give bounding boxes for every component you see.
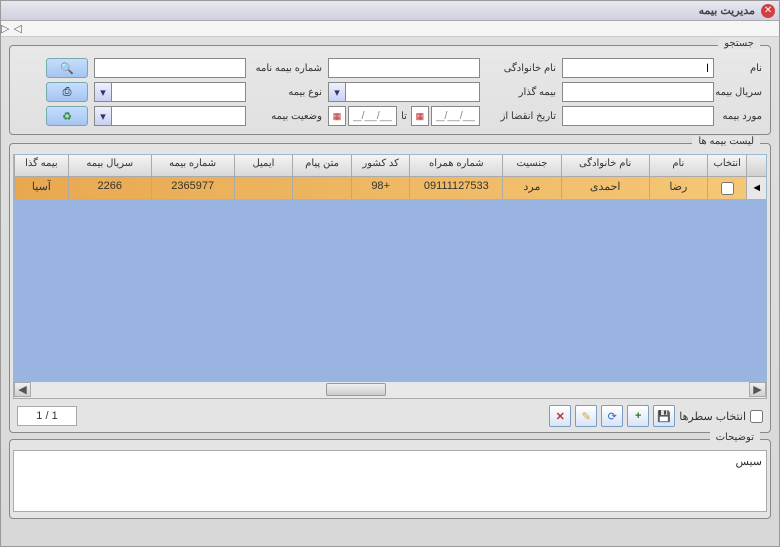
col-insurer[interactable]: بیمه گذا [14, 155, 68, 176]
print-button[interactable]: ⎙ [46, 82, 88, 102]
sync-icon: ⟳ [608, 410, 617, 423]
list-panel: لیست بیمه ها انتخاب نام نام خانوادگی جنس… [9, 143, 771, 433]
col-family[interactable]: نام خانوادگی [561, 155, 649, 176]
cell-country-code: +98 [351, 177, 410, 199]
col-email[interactable]: ایمیل [234, 155, 293, 176]
edit-button[interactable]: ✎ [575, 405, 597, 427]
description-textarea[interactable] [13, 450, 767, 512]
save-icon: 💾 [657, 410, 671, 423]
scroll-right-icon[interactable]: ▶ [749, 382, 766, 397]
cell-name: رضا [649, 177, 708, 199]
cell-msg-text [292, 177, 351, 199]
refresh-button[interactable]: ♻ [46, 106, 88, 126]
date-from-input[interactable] [431, 106, 480, 126]
table-row[interactable]: ◄ رضا احمدی مرد 09111127533 +98 2365977 … [14, 177, 766, 199]
insurer-combo[interactable] [346, 82, 480, 102]
save-button[interactable]: 💾 [653, 405, 675, 427]
lbl-to: تا [401, 111, 407, 122]
close-icon[interactable]: ✕ [761, 4, 775, 18]
app-window: ✕ مدیریت بیمه ◁ ▷ جستجو نام نام خانوادگی… [0, 0, 780, 547]
cell-gender: مرد [502, 177, 561, 199]
toolbar: ◁ ▷ [1, 21, 779, 37]
horizontal-scrollbar[interactable]: ▶ ◀ [13, 382, 767, 399]
col-ins-serial[interactable]: سریال بیمه [68, 155, 151, 176]
lbl-exp-from: تاریخ انقضا از [486, 111, 556, 122]
chevron-down-icon[interactable]: ▾ [94, 82, 112, 102]
edit-icon: ✎ [582, 410, 591, 423]
col-ins-no[interactable]: شماره بیمه [151, 155, 234, 176]
cell-family: احمدی [561, 177, 649, 199]
description-panel: توضیحات [9, 439, 771, 519]
lbl-policy-no: شماره بیمه نامه [252, 63, 322, 74]
lbl-name: نام [720, 63, 762, 74]
toolbar-nav-icon[interactable]: ▷ [1, 22, 9, 35]
row-selector-header [746, 155, 766, 176]
cell-ins-serial: 2266 [68, 177, 151, 199]
ins-type-combo[interactable] [112, 82, 246, 102]
desc-legend: توضیحات [710, 432, 760, 443]
lbl-ins-type: نوع بیمه [252, 87, 322, 98]
col-name[interactable]: نام [649, 155, 708, 176]
col-msg-text[interactable]: متن پیام [292, 155, 351, 176]
window-title: مدیریت بیمه [699, 4, 755, 17]
lbl-family: نام خانوادگی [486, 63, 556, 74]
chevron-down-icon[interactable]: ▾ [328, 82, 346, 102]
list-legend: لیست بیمه ها [692, 136, 760, 147]
print-icon: ⎙ [63, 86, 72, 99]
data-grid: انتخاب نام نام خانوادگی جنسیت شماره همرا… [13, 154, 767, 382]
calendar-icon[interactable]: ▦ [411, 106, 429, 126]
col-country-code[interactable]: کد کشور [351, 155, 410, 176]
calendar-icon[interactable]: ▦ [328, 106, 346, 126]
grid-header: انتخاب نام نام خانوادگی جنسیت شماره همرا… [14, 155, 766, 177]
delete-button[interactable]: ✕ [549, 405, 571, 427]
row-indicator-icon: ◄ [746, 177, 766, 199]
add-button[interactable]: + [627, 405, 649, 427]
name-input[interactable] [562, 58, 714, 78]
scroll-thumb[interactable] [326, 383, 386, 396]
cell-insurer: آسیا [14, 177, 68, 199]
search-button[interactable]: 🔍 [46, 58, 88, 78]
sync-button[interactable]: ⟳ [601, 405, 623, 427]
scroll-left-icon[interactable]: ◀ [14, 382, 31, 397]
lbl-policy-serial: سریال بیمه نامه [720, 87, 762, 98]
delete-icon: ✕ [556, 410, 565, 423]
lbl-ins-status: وضعیت بیمه [252, 111, 322, 122]
col-select[interactable]: انتخاب [707, 155, 746, 176]
refresh-icon: ♻ [62, 110, 72, 123]
select-rows-checkbox[interactable]: انتخاب سطرها [679, 410, 763, 423]
row-checkbox[interactable] [721, 182, 734, 195]
search-panel: جستجو نام نام خانوادگی شماره بیمه نامه 🔍… [9, 45, 771, 135]
plus-icon: + [635, 410, 641, 422]
policy-serial-input[interactable] [562, 82, 714, 102]
family-input[interactable] [328, 58, 480, 78]
toolbar-nav-icon[interactable]: ◁ [13, 22, 21, 35]
col-mobile[interactable]: شماره همراه [409, 155, 502, 176]
search-legend: جستجو [718, 38, 760, 49]
cell-email [234, 177, 293, 199]
chevron-down-icon[interactable]: ▾ [94, 106, 112, 126]
policy-no-input[interactable] [94, 58, 246, 78]
date-to-input[interactable] [348, 106, 397, 126]
cell-mobile: 09111127533 [409, 177, 502, 199]
search-icon: 🔍 [60, 62, 74, 75]
pager: 1 / 1 [17, 406, 77, 426]
cell-ins-no: 2365977 [151, 177, 234, 199]
ins-status-combo[interactable] [112, 106, 246, 126]
titlebar: ✕ مدیریت بیمه [1, 1, 779, 21]
lbl-insurer: بیمه گذار [486, 87, 556, 98]
col-gender[interactable]: جنسیت [502, 155, 561, 176]
lbl-ins-case: مورد بیمه [720, 111, 762, 122]
ins-case-input[interactable] [562, 106, 714, 126]
